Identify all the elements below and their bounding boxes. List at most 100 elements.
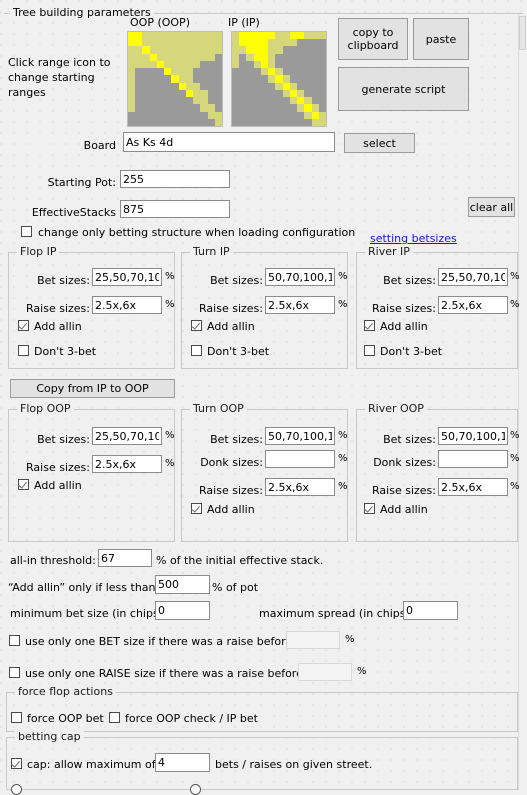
maximum-spread-input[interactable]	[403, 601, 458, 620]
range-cell[interactable]	[135, 39, 143, 47]
range-cell[interactable]	[185, 39, 194, 47]
river-ip-dont-3bet-checkbox[interactable]	[364, 345, 375, 356]
range-cell[interactable]	[207, 68, 215, 76]
range-cell[interactable]	[318, 111, 326, 119]
range-cell[interactable]	[149, 60, 157, 69]
range-cell[interactable]	[304, 104, 312, 112]
range-cell[interactable]	[304, 97, 312, 105]
range-cell[interactable]	[135, 53, 143, 61]
river-ip-add-allin-checkbox[interactable]	[364, 320, 375, 331]
range-cell[interactable]	[275, 39, 283, 47]
range-cell[interactable]	[289, 89, 298, 98]
range-cell[interactable]	[268, 118, 276, 126]
range-cell[interactable]	[142, 118, 150, 126]
range-cell[interactable]	[275, 97, 283, 105]
range-cell[interactable]	[282, 68, 290, 76]
range-cell[interactable]	[128, 97, 136, 105]
range-cell[interactable]	[311, 111, 319, 119]
range-cell[interactable]	[135, 118, 143, 126]
use-one-bet-size-checkbox[interactable]	[9, 635, 20, 646]
range-cell[interactable]	[297, 104, 305, 112]
range-cell[interactable]	[275, 68, 283, 76]
range-cell[interactable]	[239, 89, 247, 98]
range-cell[interactable]	[128, 53, 136, 61]
range-cell[interactable]	[304, 68, 312, 76]
range-cell[interactable]	[164, 75, 172, 83]
range-cell[interactable]	[304, 39, 312, 47]
range-cell[interactable]	[289, 32, 298, 40]
range-cell[interactable]	[239, 68, 247, 76]
range-cell[interactable]	[171, 104, 179, 112]
range-cell[interactable]	[253, 82, 261, 90]
range-cell[interactable]	[207, 111, 215, 119]
range-cell[interactable]	[311, 104, 319, 112]
starting-pot-input[interactable]	[120, 170, 230, 188]
range-cell[interactable]	[193, 32, 201, 40]
range-cell[interactable]	[282, 104, 290, 112]
range-cell[interactable]	[318, 75, 326, 83]
range-cell[interactable]	[164, 89, 172, 98]
range-cell[interactable]	[207, 53, 215, 61]
range-cell[interactable]	[275, 46, 283, 54]
range-cell[interactable]	[128, 32, 136, 40]
range-cell[interactable]	[246, 75, 254, 83]
range-cell[interactable]	[214, 89, 222, 98]
range-cell[interactable]	[253, 75, 261, 83]
river-oop-add-allin-checkbox[interactable]	[364, 503, 375, 514]
range-cell[interactable]	[253, 97, 261, 105]
range-cell[interactable]	[232, 75, 240, 83]
range-cell[interactable]	[282, 60, 290, 69]
range-cell[interactable]	[232, 46, 240, 54]
turn-oop-bet-sizes-input[interactable]	[265, 427, 335, 445]
range-cell[interactable]	[128, 111, 136, 119]
range-cell[interactable]	[164, 60, 172, 69]
range-cell[interactable]	[149, 46, 157, 54]
range-cell[interactable]	[268, 89, 276, 98]
range-cell[interactable]	[275, 89, 283, 98]
range-cell[interactable]	[128, 68, 136, 76]
range-cell[interactable]	[297, 32, 305, 40]
range-cell[interactable]	[289, 53, 298, 61]
range-cell[interactable]	[128, 104, 136, 112]
range-cell[interactable]	[193, 60, 201, 69]
range-cell[interactable]	[260, 53, 269, 61]
range-cell[interactable]	[282, 118, 290, 126]
range-cell[interactable]	[185, 32, 194, 40]
range-cell[interactable]	[232, 60, 240, 69]
range-cell[interactable]	[193, 53, 201, 61]
range-cell[interactable]	[282, 75, 290, 83]
range-cell[interactable]	[171, 32, 179, 40]
range-cell[interactable]	[289, 118, 298, 126]
range-cell[interactable]	[260, 97, 269, 105]
range-cell[interactable]	[239, 39, 247, 47]
range-cell[interactable]	[311, 75, 319, 83]
range-cell[interactable]	[185, 104, 194, 112]
range-cell[interactable]	[260, 60, 269, 69]
range-cell[interactable]	[200, 75, 208, 83]
flop-ip-add-allin-checkbox[interactable]	[18, 320, 29, 331]
range-cell[interactable]	[318, 118, 326, 126]
range-cell[interactable]	[149, 111, 157, 119]
range-cell[interactable]	[156, 89, 165, 98]
range-cell[interactable]	[239, 46, 247, 54]
oop-range-grid[interactable]	[127, 31, 223, 127]
range-cell[interactable]	[156, 68, 165, 76]
range-cell[interactable]	[135, 82, 143, 90]
range-cell[interactable]	[142, 46, 150, 54]
range-cell[interactable]	[318, 60, 326, 69]
change-only-betting-checkbox[interactable]	[21, 226, 32, 237]
range-cell[interactable]	[185, 89, 194, 98]
clear-all-button[interactable]: clear all	[468, 197, 515, 217]
range-cell[interactable]	[297, 89, 305, 98]
range-cell[interactable]	[142, 32, 150, 40]
range-cell[interactable]	[164, 82, 172, 90]
range-cell[interactable]	[185, 68, 194, 76]
range-cell[interactable]	[178, 82, 186, 90]
range-cell[interactable]	[207, 97, 215, 105]
range-cell[interactable]	[275, 111, 283, 119]
range-cell[interactable]	[149, 89, 157, 98]
range-cell[interactable]	[253, 46, 261, 54]
range-cell[interactable]	[268, 68, 276, 76]
river-ip-bet-sizes-input[interactable]	[438, 268, 508, 286]
range-cell[interactable]	[275, 82, 283, 90]
